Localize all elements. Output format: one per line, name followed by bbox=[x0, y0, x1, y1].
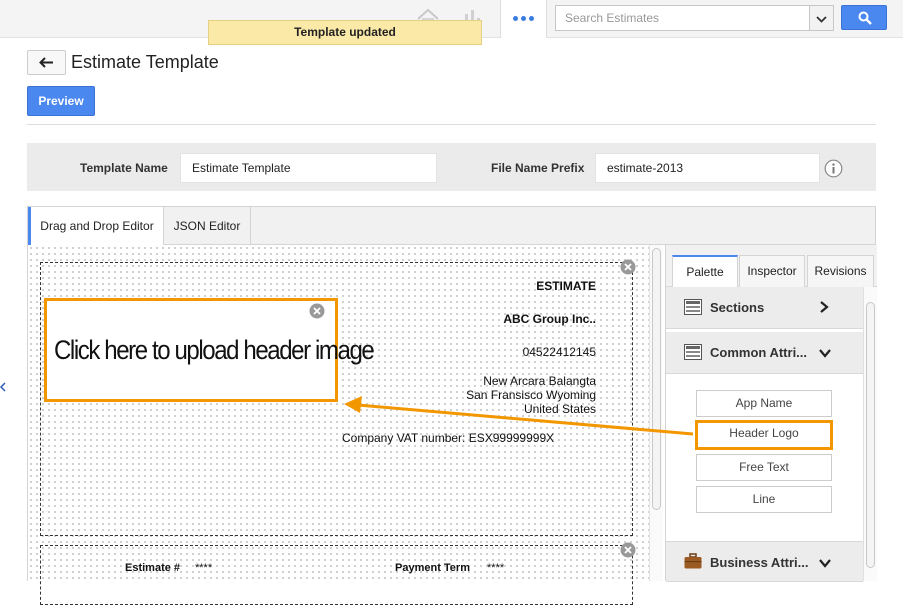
palette-panel: Palette Inspector Revisions Sections Com… bbox=[665, 245, 877, 582]
template-name-input[interactable]: Estimate Template bbox=[180, 153, 437, 183]
estimate-number-label[interactable]: Estimate # bbox=[125, 562, 180, 574]
palette-scroll-thumb[interactable] bbox=[866, 302, 875, 568]
layout-icon bbox=[684, 344, 702, 360]
canvas-scroll-thumb[interactable] bbox=[652, 248, 661, 510]
editor-tabs: Drag and Drop Editor JSON Editor bbox=[27, 206, 876, 245]
chevron-down-icon bbox=[819, 559, 831, 568]
common-attributes-panel-header[interactable]: Common Attri... bbox=[666, 332, 863, 374]
close-icon[interactable] bbox=[620, 542, 636, 558]
address-line-3[interactable]: United States bbox=[296, 402, 596, 416]
palette-item-header-logo[interactable]: Header Logo bbox=[695, 420, 833, 450]
canvas-scrollbar[interactable] bbox=[649, 245, 663, 581]
back-button[interactable] bbox=[27, 50, 66, 75]
tab-revisions[interactable]: Revisions bbox=[807, 255, 874, 287]
palette-item-app-name[interactable]: App Name bbox=[696, 390, 832, 417]
palette-item-line[interactable]: Line bbox=[696, 486, 832, 513]
estimate-details-section[interactable]: Estimate # **** Payment Term **** bbox=[40, 542, 636, 605]
estimate-number-value: **** bbox=[195, 562, 213, 574]
search-input[interactable]: Search Estimates bbox=[555, 5, 810, 31]
payment-term-value: **** bbox=[487, 562, 505, 574]
edge-chevron-icon bbox=[0, 382, 6, 392]
header-image-upload[interactable]: Click here to upload header image bbox=[44, 298, 375, 402]
more-dot-icon bbox=[521, 16, 526, 21]
company-name[interactable]: ABC Group Inc.. bbox=[296, 312, 596, 326]
close-icon[interactable] bbox=[309, 303, 325, 319]
business-attributes-panel-header[interactable]: Business Attri... bbox=[666, 542, 863, 582]
chevron-right-icon bbox=[820, 301, 829, 313]
search-button[interactable] bbox=[841, 5, 887, 30]
template-canvas[interactable]: ESTIMATE ABC Group Inc.. 04522412145 New… bbox=[28, 245, 649, 605]
address-line-1[interactable]: New Arcara Balangta bbox=[296, 374, 596, 388]
briefcase-icon bbox=[684, 553, 702, 569]
address-line-2[interactable]: San Fransisco Wyoming bbox=[296, 388, 596, 402]
tab-palette[interactable]: Palette bbox=[672, 255, 738, 287]
preview-button[interactable]: Preview bbox=[27, 86, 95, 116]
tab-drag-and-drop-editor[interactable]: Drag and Drop Editor bbox=[28, 207, 164, 245]
search-filter-dropdown[interactable] bbox=[810, 5, 834, 31]
tab-json-editor[interactable]: JSON Editor bbox=[164, 207, 251, 245]
template-name-label: Template Name bbox=[80, 161, 168, 175]
info-icon[interactable] bbox=[824, 159, 843, 178]
palette-item-free-text[interactable]: Free Text bbox=[696, 454, 832, 481]
tab-inspector[interactable]: Inspector bbox=[739, 255, 805, 287]
upload-header-prompt: Click here to upload header image bbox=[54, 335, 375, 366]
company-vat-number[interactable]: Company VAT number: ESX99999999X bbox=[342, 431, 554, 445]
chevron-down-icon bbox=[816, 16, 827, 23]
arrow-left-icon bbox=[39, 57, 53, 68]
file-name-prefix-label: File Name Prefix bbox=[491, 161, 585, 175]
divider bbox=[27, 124, 876, 125]
more-dot-icon bbox=[513, 16, 518, 21]
page-title: Estimate Template bbox=[71, 52, 219, 72]
estimate-heading[interactable]: ESTIMATE bbox=[296, 279, 596, 293]
common-attributes-label: Common Attri... bbox=[710, 345, 808, 360]
business-attributes-label: Business Attri... bbox=[710, 555, 809, 570]
more-dot-icon bbox=[529, 16, 534, 21]
sections-panel-header[interactable]: Sections bbox=[666, 287, 863, 329]
common-attributes-list: App Name Header Logo Free Text Line bbox=[666, 374, 863, 542]
more-options-button[interactable] bbox=[500, 0, 547, 38]
sections-label: Sections bbox=[710, 300, 765, 315]
file-name-prefix-input[interactable]: estimate-2013 bbox=[595, 153, 820, 183]
close-icon[interactable] bbox=[620, 259, 636, 275]
editor-area: ESTIMATE ABC Group Inc.. 04522412145 New… bbox=[27, 245, 877, 605]
toast-notification: Template updated bbox=[208, 20, 482, 45]
layout-icon bbox=[684, 299, 702, 315]
palette-scrollbar[interactable] bbox=[863, 287, 877, 581]
palette-tabs: Palette Inspector Revisions bbox=[666, 245, 877, 287]
chevron-down-icon bbox=[819, 349, 831, 358]
template-settings-row: Template Name Estimate Template File Nam… bbox=[27, 143, 876, 191]
search-icon bbox=[858, 11, 872, 25]
payment-term-label[interactable]: Payment Term bbox=[395, 562, 470, 574]
